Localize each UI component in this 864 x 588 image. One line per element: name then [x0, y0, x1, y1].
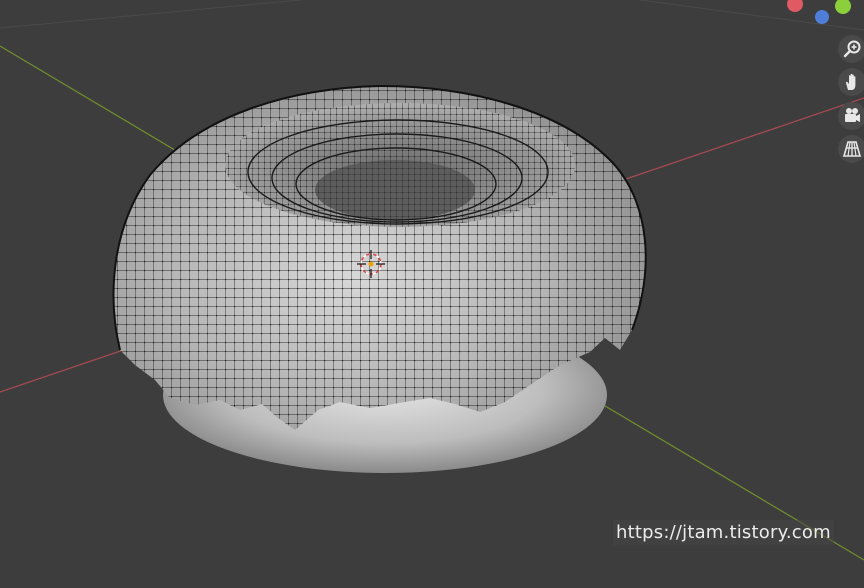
magnifier-plus-icon — [843, 40, 861, 58]
perspective-toggle-button[interactable] — [838, 135, 864, 163]
3d-viewport[interactable]: https://jtam.tistory.com — [0, 0, 864, 588]
pan-button[interactable] — [838, 68, 864, 96]
horizon-line-2 — [639, 0, 864, 31]
viewport-scene[interactable] — [0, 0, 864, 588]
camera-view-button[interactable] — [838, 102, 864, 130]
zoom-button[interactable] — [838, 35, 864, 63]
gizmo-z-axis-ball[interactable] — [815, 10, 829, 24]
hand-icon — [845, 73, 856, 90]
horizon-line — [0, 0, 301, 29]
watermark-text: https://jtam.tistory.com — [613, 520, 834, 545]
camera-icon — [845, 108, 860, 122]
grid-perspective-icon — [842, 141, 862, 157]
